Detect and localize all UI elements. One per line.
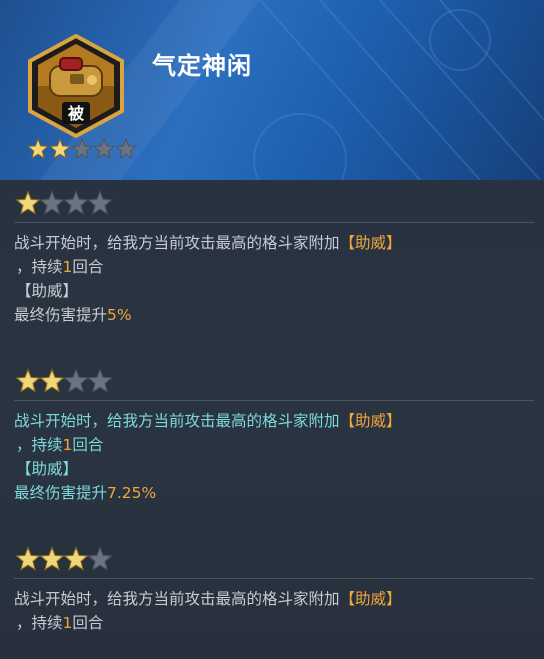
divider	[14, 400, 534, 401]
duration-suffix: 回合	[72, 614, 104, 632]
tier-description-line: 战斗开始时，给我方当前攻击最高的格斗家附加【助威】	[14, 587, 534, 611]
buff-tag: 【助威】	[339, 234, 402, 252]
effect-value: 7.25%	[107, 484, 157, 502]
skill-detail-panel: 战斗开始时，给我方当前攻击最高的格斗家附加【助威】 ，持续1回合 【助威】 最终…	[0, 180, 544, 659]
divider	[14, 578, 534, 579]
star-empty-icon	[115, 138, 137, 159]
tier-description-line: 战斗开始时，给我方当前攻击最高的格斗家附加【助威】	[14, 231, 534, 255]
buff-name: 【助威】	[16, 460, 79, 478]
tier-description-line: 战斗开始时，给我方当前攻击最高的格斗家附加【助威】	[14, 409, 534, 433]
buff-name: 【助威】	[16, 282, 79, 300]
divider	[14, 222, 534, 223]
tier-1: 战斗开始时，给我方当前攻击最高的格斗家附加【助威】 ，持续1回合 【助威】 最终…	[14, 188, 534, 327]
duration-value: 1	[62, 614, 73, 632]
effect-text: 最终伤害提升	[14, 484, 108, 502]
passive-badge: 被	[68, 104, 85, 123]
star-empty-icon	[93, 138, 115, 159]
duration-line: ，持续1回合	[14, 611, 534, 635]
duration-prefix: ，持续	[16, 614, 63, 632]
tier-star-rating	[14, 188, 534, 218]
effect-line: 最终伤害提升5%	[14, 303, 534, 327]
effect-text: 最终伤害提升	[14, 306, 108, 324]
skill-icon: 被	[28, 34, 124, 138]
star-empty-icon	[87, 190, 113, 215]
tier-3: 战斗开始时，给我方当前攻击最高的格斗家附加【助威】 ，持续1回合	[14, 544, 534, 635]
tier-star-rating	[14, 544, 534, 574]
tier-2: 战斗开始时，给我方当前攻击最高的格斗家附加【助威】 ，持续1回合 【助威】 最终…	[14, 366, 534, 505]
star-empty-icon	[71, 138, 93, 159]
effect-line: 最终伤害提升7.25%	[14, 481, 534, 505]
description-text: 战斗开始时，给我方当前攻击最高的格斗家附加	[14, 412, 340, 430]
buff-tag: 【助威】	[339, 412, 402, 430]
duration-value: 1	[62, 258, 73, 276]
tier-star-rating	[14, 366, 534, 396]
duration-value: 1	[62, 436, 73, 454]
skill-title: 气定神闲	[152, 52, 252, 80]
star-filled-icon	[27, 138, 49, 159]
buff-tag: 【助威】	[339, 590, 402, 608]
duration-suffix: 回合	[72, 258, 104, 276]
duration-line: ，持续1回合	[14, 255, 534, 279]
duration-suffix: 回合	[72, 436, 104, 454]
star-empty-icon	[87, 546, 113, 571]
skill-header: 被 气定神闲	[0, 0, 544, 180]
description-text: 战斗开始时，给我方当前攻击最高的格斗家附加	[14, 590, 340, 608]
duration-line: ，持续1回合	[14, 433, 534, 457]
header-star-rating	[26, 138, 137, 160]
star-filled-icon	[49, 138, 71, 159]
duration-prefix: ，持续	[16, 258, 63, 276]
duration-prefix: ，持续	[16, 436, 63, 454]
effect-value: 5%	[107, 306, 132, 324]
description-text: 战斗开始时，给我方当前攻击最高的格斗家附加	[14, 234, 340, 252]
star-empty-icon	[87, 368, 113, 393]
